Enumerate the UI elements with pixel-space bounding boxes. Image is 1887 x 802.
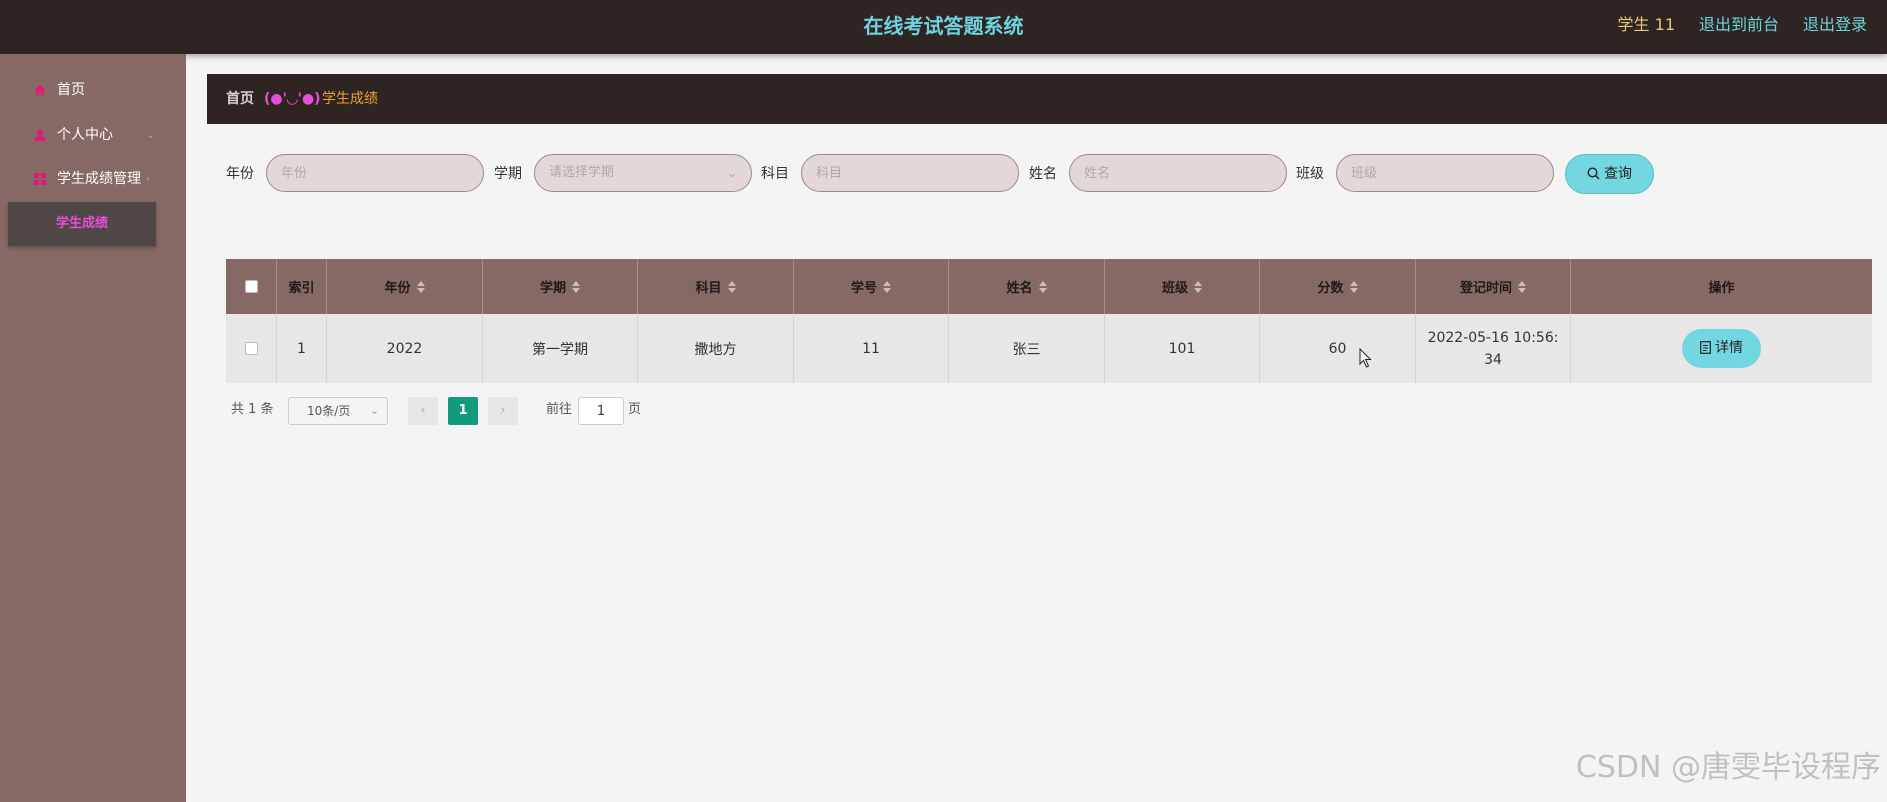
table-row: 1 2022 第一学期 撒地方 11 张三 101 60 2022-05-16 … bbox=[226, 314, 1872, 383]
goto-label: 前往 bbox=[546, 402, 573, 417]
term-select[interactable]: 请选择学期 ⌄ bbox=[534, 154, 752, 192]
header-time[interactable]: 登记时间 bbox=[1416, 259, 1571, 314]
header-name[interactable]: 姓名 bbox=[949, 259, 1105, 314]
chevron-down-icon: ⌄ bbox=[146, 128, 156, 141]
logout-link[interactable]: 退出登录 bbox=[1803, 0, 1867, 50]
page-size-select[interactable]: 10条/页 ⌄ bbox=[288, 397, 388, 425]
search-icon bbox=[1587, 167, 1600, 180]
select-all-checkbox[interactable] bbox=[244, 280, 258, 293]
goto-page-input[interactable] bbox=[578, 397, 624, 425]
name-input[interactable] bbox=[1069, 154, 1287, 192]
pagination-total: 共 1 条 bbox=[231, 402, 274, 417]
detail-button[interactable]: 详情 bbox=[1682, 329, 1761, 368]
row-select-cell bbox=[226, 314, 277, 383]
user-icon bbox=[34, 129, 46, 141]
app-title: 在线考试答题系统 bbox=[863, 14, 1024, 38]
prev-page-button[interactable]: ‹ bbox=[408, 397, 438, 425]
sort-icon[interactable] bbox=[727, 280, 736, 293]
breadcrumb-separator: (●'◡'●) bbox=[264, 91, 321, 107]
class-input[interactable] bbox=[1336, 154, 1554, 192]
sidebar-item-home[interactable]: 首页 bbox=[0, 69, 186, 111]
page-suffix-label: 页 bbox=[628, 402, 642, 417]
sidebar-item-label: 首页 bbox=[57, 82, 85, 98]
class-label: 班级 bbox=[1296, 166, 1324, 182]
query-button[interactable]: 查询 bbox=[1565, 154, 1654, 194]
cell-action: 详情 bbox=[1571, 314, 1872, 383]
sort-icon[interactable] bbox=[1349, 280, 1358, 293]
header-index: 索引 bbox=[277, 259, 327, 314]
header-year[interactable]: 年份 bbox=[327, 259, 483, 314]
query-button-label: 查询 bbox=[1604, 166, 1632, 182]
header-action: 操作 bbox=[1708, 281, 1735, 296]
header-select-all bbox=[226, 259, 277, 314]
header-class[interactable]: 班级 bbox=[1105, 259, 1260, 314]
cell-student-no: 11 bbox=[794, 314, 949, 383]
header-term[interactable]: 学期 bbox=[483, 259, 638, 314]
detail-button-label: 详情 bbox=[1715, 340, 1743, 356]
cell-name: 张三 bbox=[949, 314, 1105, 383]
table-header: 索引 年份 学期 科目 学号 姓名 班级 分数 登记时间 操作 bbox=[226, 259, 1872, 314]
grid-icon bbox=[34, 173, 46, 185]
breadcrumb: 首页 (●'◡'●) 学生成绩 bbox=[207, 74, 1887, 124]
cell-time: 2022-05-16 10:56:34 bbox=[1416, 314, 1571, 383]
cell-term: 第一学期 bbox=[483, 314, 638, 383]
sort-icon[interactable] bbox=[572, 280, 580, 293]
sort-icon[interactable] bbox=[883, 280, 891, 293]
sidebar-item-score-management[interactable]: 学生成绩管理 › bbox=[0, 158, 186, 200]
sort-icon[interactable] bbox=[1038, 280, 1047, 293]
sort-icon[interactable] bbox=[416, 280, 425, 293]
subject-label: 科目 bbox=[761, 166, 789, 182]
chevron-down-icon: ⌄ bbox=[726, 166, 737, 180]
header-subject[interactable]: 科目 bbox=[638, 259, 794, 314]
sidebar-subitem-student-scores[interactable]: 学生成绩 bbox=[8, 202, 156, 246]
sidebar-item-personal-center[interactable]: 个人中心 ⌄ bbox=[0, 114, 186, 156]
term-select-placeholder: 请选择学期 bbox=[549, 165, 615, 180]
term-label: 学期 bbox=[494, 166, 522, 182]
watermark: CSDN @唐雯毕设程序 bbox=[1575, 750, 1881, 785]
current-user-label: 学生 11 bbox=[1617, 15, 1675, 34]
breadcrumb-current: 学生成绩 bbox=[322, 91, 378, 107]
cell-year: 2022 bbox=[327, 314, 483, 383]
cell-class: 101 bbox=[1105, 314, 1260, 383]
back-to-front-link[interactable]: 退出到前台 bbox=[1699, 0, 1779, 50]
sidebar-item-label: 学生成绩管理 bbox=[57, 171, 141, 187]
year-label: 年份 bbox=[226, 166, 254, 182]
top-bar: 在线考试答题系统 学生 11 退出到前台 退出登录 bbox=[0, 0, 1887, 54]
sidebar-item-label: 个人中心 bbox=[57, 127, 113, 143]
cell-subject: 撒地方 bbox=[638, 314, 794, 383]
header-score[interactable]: 分数 bbox=[1260, 259, 1416, 314]
page-size-value: 10条/页 bbox=[307, 404, 351, 418]
name-label: 姓名 bbox=[1029, 166, 1057, 182]
cell-score: 60 bbox=[1260, 314, 1416, 383]
header-student-no[interactable]: 学号 bbox=[794, 259, 949, 314]
document-icon bbox=[1700, 341, 1711, 354]
page-number-current[interactable]: 1 bbox=[448, 397, 478, 425]
cell-index: 1 bbox=[277, 314, 327, 383]
next-page-button[interactable]: › bbox=[488, 397, 518, 425]
mouse-cursor-icon bbox=[1359, 348, 1372, 368]
home-icon bbox=[34, 84, 46, 96]
year-input[interactable] bbox=[266, 154, 484, 192]
sort-icon[interactable] bbox=[1518, 280, 1526, 293]
sidebar: 首页 个人中心 ⌄ 学生成绩管理 › 学生成绩 bbox=[0, 54, 186, 802]
subject-input[interactable] bbox=[801, 154, 1019, 192]
chevron-down-icon: ⌄ bbox=[369, 404, 379, 417]
chevron-right-icon: › bbox=[146, 172, 151, 185]
sort-icon[interactable] bbox=[1194, 280, 1202, 293]
row-checkbox[interactable] bbox=[244, 342, 258, 355]
breadcrumb-home[interactable]: 首页 bbox=[226, 74, 254, 124]
